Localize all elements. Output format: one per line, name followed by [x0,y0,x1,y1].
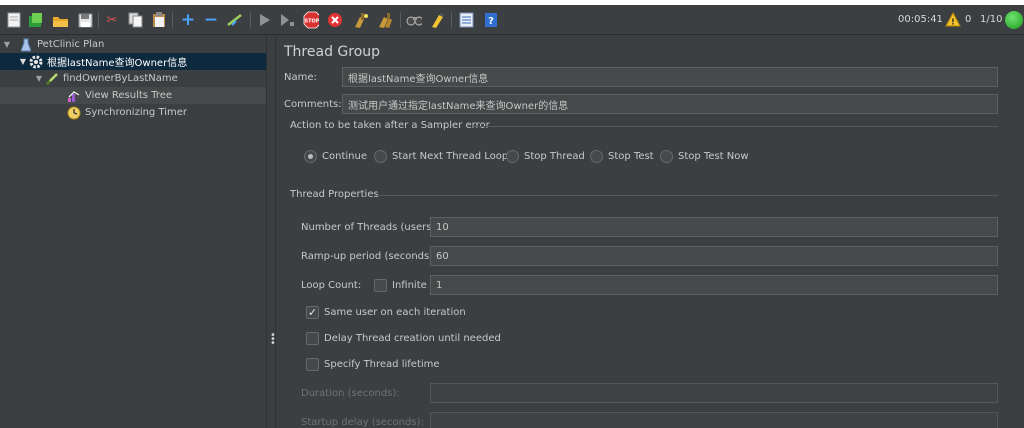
comments-label: Comments: [284,99,342,110]
warning-icon[interactable]: ! [945,11,961,27]
cut-icon[interactable]: ✂ [104,11,120,29]
tree-item-label: PetClinic Plan [37,39,105,50]
stop-thread-radio[interactable] [506,150,519,163]
test-plan-tree: ▼ PetClinic Plan ▼ 根据lastName查询Owner信息 ▼… [0,36,266,428]
expand-icon[interactable]: + [180,11,196,29]
elapsed-time: 00:05:41 [898,14,943,25]
start-icon[interactable] [257,11,273,29]
paste-icon[interactable] [151,11,167,29]
threads-label: Number of Threads (users): [301,222,439,233]
tree-item-label: View Results Tree [85,90,173,101]
start-no-pauses-icon[interactable] [279,11,295,29]
name-field[interactable]: 根据lastName查询Owner信息 [342,67,998,87]
expand-arrow-icon[interactable]: ▼ [18,57,28,66]
stop-test-now-label: Stop Test Now [678,151,749,162]
start-next-loop-radio[interactable] [374,150,387,163]
infinite-checkbox[interactable] [374,279,387,292]
tree-item-http-sampler[interactable]: ▼ findOwnerByLastName [0,70,266,87]
new-icon[interactable] [6,11,22,29]
timer-icon [66,106,82,120]
toolbar: ✂ + − STOP ? 00:05:41 ! 0 1/10 [0,5,1024,35]
clear-icon[interactable] [352,11,368,29]
function-helper-icon[interactable] [458,11,474,29]
svg-text:?: ? [488,16,494,27]
search-icon[interactable] [406,11,422,29]
loop-count-label: Loop Count: [301,280,362,291]
name-label: Name: [284,72,317,83]
tree-item-label: findOwnerByLastName [63,73,178,84]
startup-delay-field [430,412,998,428]
warning-count: 0 [965,14,972,25]
stop-test-radio[interactable] [590,150,603,163]
http-sampler-icon [44,72,60,86]
tree-item-label: 根据lastName查询Owner信息 [47,58,188,69]
expand-arrow-icon[interactable]: ▼ [34,74,44,83]
rampup-field[interactable]: 60 [430,246,998,266]
comments-field[interactable]: 测试用户通过指定lastName来查询Owner的信息 [342,94,998,114]
reset-search-icon[interactable] [429,11,445,29]
expand-arrow-icon[interactable]: ▼ [2,40,12,49]
collapse-icon[interactable]: − [203,11,219,29]
svg-text:STOP: STOP [305,19,319,25]
start-next-loop-label: Start Next Thread Loop [392,151,509,162]
tree-item-thread-group[interactable]: ▼ 根据lastName查询Owner信息 [0,53,266,70]
rampup-label: Ramp-up period (seconds): [301,251,437,262]
tree-item-view-results-tree[interactable]: View Results Tree [0,87,266,104]
section-divider [376,195,998,196]
thread-group-gear-icon [28,55,44,69]
section-divider [473,126,998,127]
stop-icon[interactable]: STOP [303,11,319,29]
results-tree-icon [66,89,82,103]
same-user-label: Same user on each iteration [324,307,466,318]
threads-field[interactable]: 10 [430,217,998,237]
delay-thread-label: Delay Thread creation until needed [324,333,501,344]
infinite-label: Infinite [392,280,427,291]
continue-radio[interactable] [304,150,317,163]
help-icon[interactable]: ? [483,11,499,29]
sampler-error-section-title: Action to be taken after a Sampler error [290,120,490,131]
duration-field [430,383,998,403]
shutdown-icon[interactable] [327,11,343,29]
open-icon[interactable] [52,11,68,29]
loop-count-field[interactable]: 1 [430,275,998,295]
tree-item-synchronizing-timer[interactable]: Synchronizing Timer [0,104,266,121]
continue-label: Continue [322,151,367,162]
split-pane-divider[interactable] [266,36,276,428]
tree-item-label: Synchronizing Timer [85,107,188,118]
same-user-checkbox[interactable]: ✓ [306,306,319,319]
duration-label: Duration (seconds): [301,388,400,399]
stop-test-now-radio[interactable] [660,150,673,163]
thread-properties-section-title: Thread Properties [290,189,379,200]
templates-icon[interactable] [28,11,44,29]
svg-text:!: ! [951,18,955,27]
toggle-icon[interactable] [226,11,242,29]
stop-test-label: Stop Test [608,151,654,162]
thread-group-panel: Thread Group Name: 根据lastName查询Owner信息 C… [277,36,1024,428]
thread-lifetime-label: Specify Thread lifetime [324,359,440,370]
clear-all-icon[interactable] [377,11,393,29]
panel-title: Thread Group [284,44,381,60]
running-status-icon [1005,11,1023,29]
tree-item-test-plan[interactable]: ▼ PetClinic Plan [0,36,266,53]
divider-grip-icon[interactable]: • • • [270,331,276,349]
startup-delay-label: Startup delay (seconds): [301,417,424,428]
copy-icon[interactable] [127,11,143,29]
active-threads: 1/10 [980,14,1003,25]
save-icon[interactable] [77,11,93,29]
stop-thread-label: Stop Thread [524,151,585,162]
thread-lifetime-checkbox[interactable] [306,358,319,371]
test-plan-icon [18,38,34,52]
delay-thread-checkbox[interactable] [306,332,319,345]
